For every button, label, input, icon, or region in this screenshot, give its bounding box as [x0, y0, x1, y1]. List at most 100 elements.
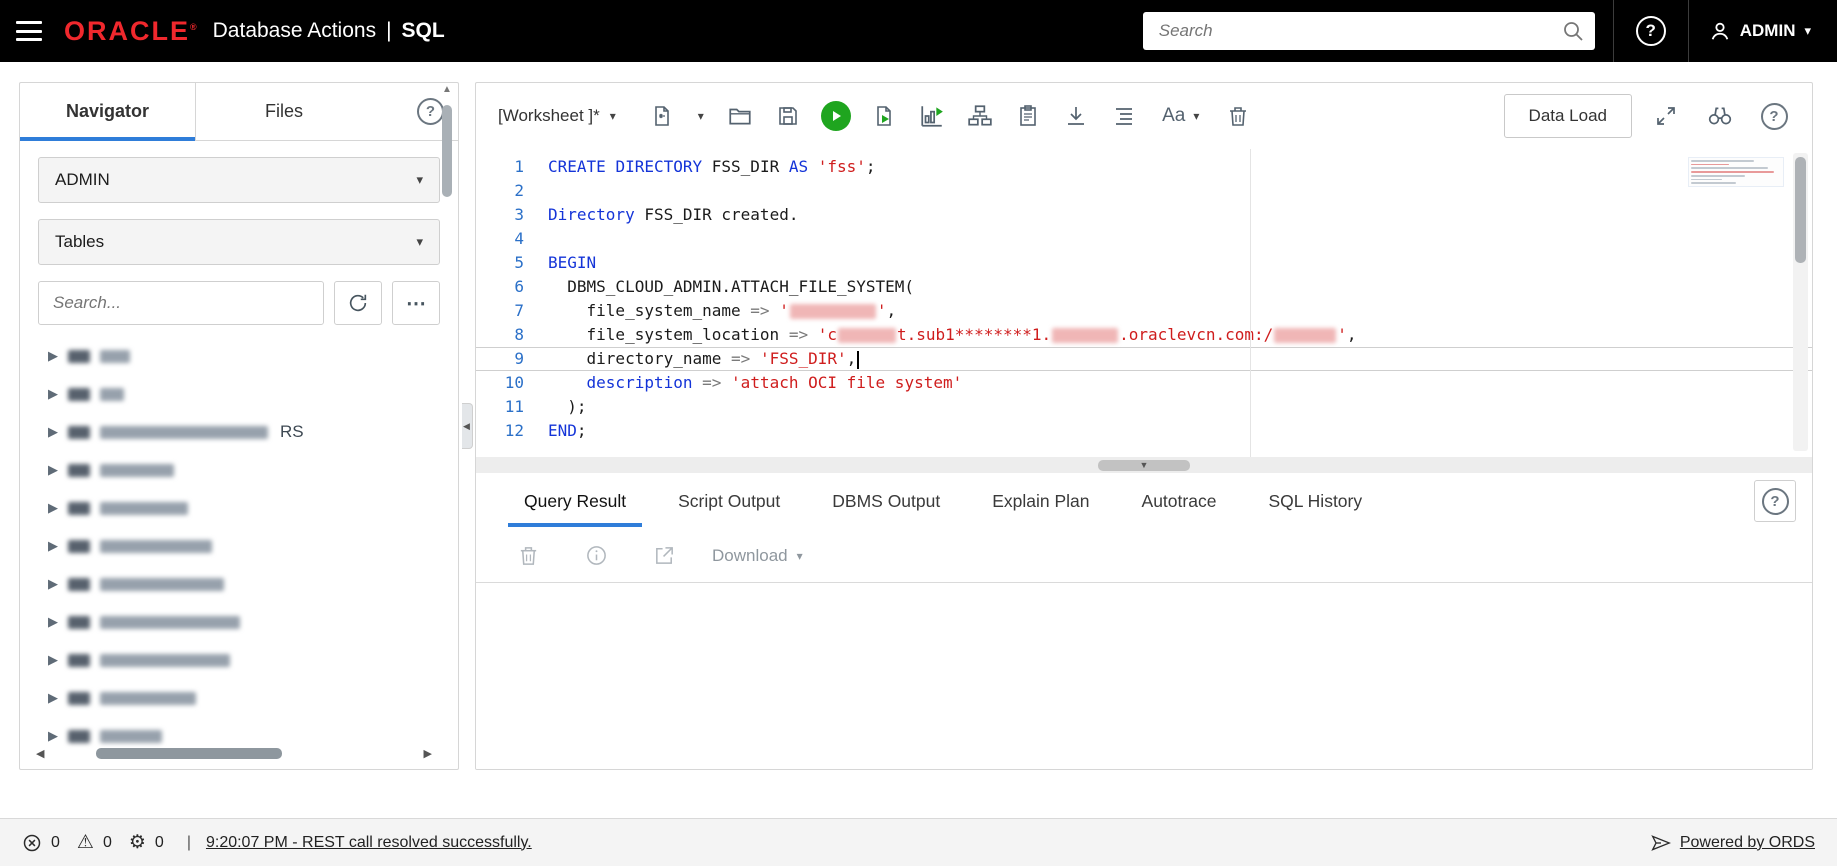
code-line[interactable]: 6 DBMS_CLOUD_ADMIN.ATTACH_FILE_SYSTEM(: [476, 275, 1812, 299]
tree-item[interactable]: ▶: [20, 641, 458, 679]
tree-item[interactable]: ▶: [20, 679, 458, 717]
expand-arrow-icon[interactable]: ▶: [48, 462, 58, 478]
redacted-object-name: [100, 653, 230, 667]
powered-by-ords-link[interactable]: Powered by ORDS: [1680, 834, 1815, 852]
code-line[interactable]: 1 CREATE DIRECTORY FSS_DIR AS 'fss';: [476, 155, 1812, 179]
tree-item[interactable]: ▶: [20, 603, 458, 641]
sidebar-vertical-scrollbar[interactable]: ▲: [439, 83, 455, 735]
redacted-object-name: [100, 349, 130, 363]
results-tab-query-result[interactable]: Query Result: [498, 473, 652, 529]
code-line[interactable]: 9 directory_name => 'FSS_DIR',: [476, 347, 1812, 371]
worksheet-help-button[interactable]: ?: [1754, 96, 1794, 136]
results-tab-script-output[interactable]: Script Output: [652, 473, 806, 529]
open-file-button[interactable]: [720, 96, 760, 136]
tree-item[interactable]: ▶: [20, 527, 458, 565]
sql-monitor-button[interactable]: [1008, 96, 1048, 136]
save-button[interactable]: [768, 96, 808, 136]
tree-item[interactable]: ▶ RS: [20, 413, 458, 451]
data-load-button[interactable]: Data Load: [1503, 94, 1632, 138]
navigator-panel: Navigator Files ? ADMIN ▾ Tables ▾ ⋯ ▶▶▶…: [19, 82, 459, 770]
code-line[interactable]: 2: [476, 179, 1812, 203]
result-info-button[interactable]: [576, 536, 616, 576]
code-line[interactable]: 12 END;: [476, 419, 1812, 443]
gear-icon[interactable]: ⚙: [129, 831, 146, 854]
content-area: Navigator Files ? ADMIN ▾ Tables ▾ ⋯ ▶▶▶…: [0, 62, 1837, 770]
results-tab-dbms-output[interactable]: DBMS Output: [806, 473, 966, 529]
code-editor[interactable]: 1 CREATE DIRECTORY FSS_DIR AS 'fss'; 2 3 Dir…: [476, 149, 1812, 457]
code-line[interactable]: 5 BEGIN: [476, 251, 1812, 275]
code-line[interactable]: 3 Directory FSS_DIR created.: [476, 203, 1812, 227]
scroll-right-icon[interactable]: ▶: [424, 747, 432, 760]
sidebar-horizontal-scrollbar[interactable]: ◀ ▶: [36, 745, 432, 761]
code-line[interactable]: 10 description => 'attach OCI file syste…: [476, 371, 1812, 395]
font-size-button[interactable]: Aa ▾: [1152, 96, 1210, 136]
find-button[interactable]: [1700, 96, 1740, 136]
expand-arrow-icon[interactable]: ▶: [48, 652, 58, 668]
download-button[interactable]: [1056, 96, 1096, 136]
tree-item[interactable]: ▶: [20, 337, 458, 375]
tab-files[interactable]: Files: [196, 83, 372, 140]
tree-item[interactable]: ▶: [20, 375, 458, 413]
warnings-icon[interactable]: ⚠: [77, 831, 94, 854]
run-script-button[interactable]: [864, 96, 904, 136]
worksheet-selector[interactable]: [Worksheet ]* ▾: [498, 106, 616, 126]
header-help-button[interactable]: ?: [1614, 0, 1688, 62]
format-button[interactable]: [1104, 96, 1144, 136]
tree-item[interactable]: ▶: [20, 565, 458, 603]
expand-arrow-icon[interactable]: ▶: [48, 728, 58, 744]
results-tab-explain-plan[interactable]: Explain Plan: [966, 473, 1115, 529]
autotrace-button[interactable]: [912, 96, 952, 136]
new-worksheet-button[interactable]: [642, 96, 682, 136]
object-type-select[interactable]: Tables ▾: [38, 219, 440, 265]
tree-item[interactable]: ▶: [20, 451, 458, 489]
vertical-scroll-thumb[interactable]: [442, 105, 452, 197]
user-menu[interactable]: ADMIN ▾: [1689, 0, 1837, 62]
results-tab-autotrace[interactable]: Autotrace: [1116, 473, 1243, 529]
search-icon[interactable]: [1561, 19, 1585, 43]
menu-icon[interactable]: [16, 21, 42, 41]
editor-scroll-thumb[interactable]: [1795, 157, 1806, 263]
search-input[interactable]: [1142, 12, 1595, 50]
results-help-button[interactable]: ?: [1754, 480, 1796, 522]
editor-minimap[interactable]: [1688, 157, 1784, 187]
object-search-input[interactable]: [38, 281, 324, 325]
code-line[interactable]: 11 );: [476, 395, 1812, 419]
editor-results-splitter[interactable]: ▼: [476, 457, 1812, 473]
tree-item[interactable]: ▶: [20, 489, 458, 527]
results-tab-sql-history[interactable]: SQL History: [1242, 473, 1388, 529]
expand-arrow-icon[interactable]: ▶: [48, 690, 58, 706]
open-in-new-button[interactable]: [644, 536, 684, 576]
expand-arrow-icon[interactable]: ▶: [48, 614, 58, 630]
expand-arrow-icon[interactable]: ▶: [48, 424, 58, 440]
expand-arrow-icon[interactable]: ▶: [48, 576, 58, 592]
editor-vertical-scrollbar[interactable]: [1793, 153, 1808, 451]
new-worksheet-menu-button[interactable]: ▾: [690, 96, 712, 136]
run-statement-button[interactable]: [816, 96, 856, 136]
download-results-button[interactable]: Download ▾: [712, 546, 803, 566]
code-text: CREATE DIRECTORY FSS_DIR AS 'fss';: [548, 157, 876, 176]
errors-icon[interactable]: [22, 833, 42, 853]
code-text: directory_name => 'FSS_DIR',: [548, 348, 860, 370]
clear-button[interactable]: [1218, 96, 1258, 136]
code-line[interactable]: 8 file_system_location => 'c t.sub1******…: [476, 323, 1812, 347]
maximize-button[interactable]: [1646, 96, 1686, 136]
redacted-object-name: [68, 349, 90, 363]
expand-arrow-icon[interactable]: ▶: [48, 500, 58, 516]
expand-arrow-icon[interactable]: ▶: [48, 348, 58, 364]
tab-navigator[interactable]: Navigator: [20, 83, 196, 141]
refresh-button[interactable]: [334, 281, 382, 325]
scroll-up-icon[interactable]: ▲: [442, 83, 452, 97]
code-line[interactable]: 7 file_system_name => ' ',: [476, 299, 1812, 323]
expand-arrow-icon[interactable]: ▶: [48, 538, 58, 554]
explain-plan-button[interactable]: [960, 96, 1000, 136]
code-line[interactable]: 4: [476, 227, 1812, 251]
expand-arrow-icon[interactable]: ▶: [48, 386, 58, 402]
more-actions-button[interactable]: ⋯: [392, 281, 440, 325]
horizontal-scroll-thumb[interactable]: [96, 747, 283, 759]
collapse-sidebar-button[interactable]: ◀: [461, 403, 473, 449]
schema-select[interactable]: ADMIN ▾: [38, 157, 440, 203]
clear-results-button[interactable]: [508, 536, 548, 576]
splitter-collapse-button[interactable]: ▼: [1098, 459, 1190, 471]
scroll-left-icon[interactable]: ◀: [36, 747, 44, 760]
status-message-link[interactable]: 9:20:07 PM - REST call resolved successf…: [206, 834, 532, 852]
